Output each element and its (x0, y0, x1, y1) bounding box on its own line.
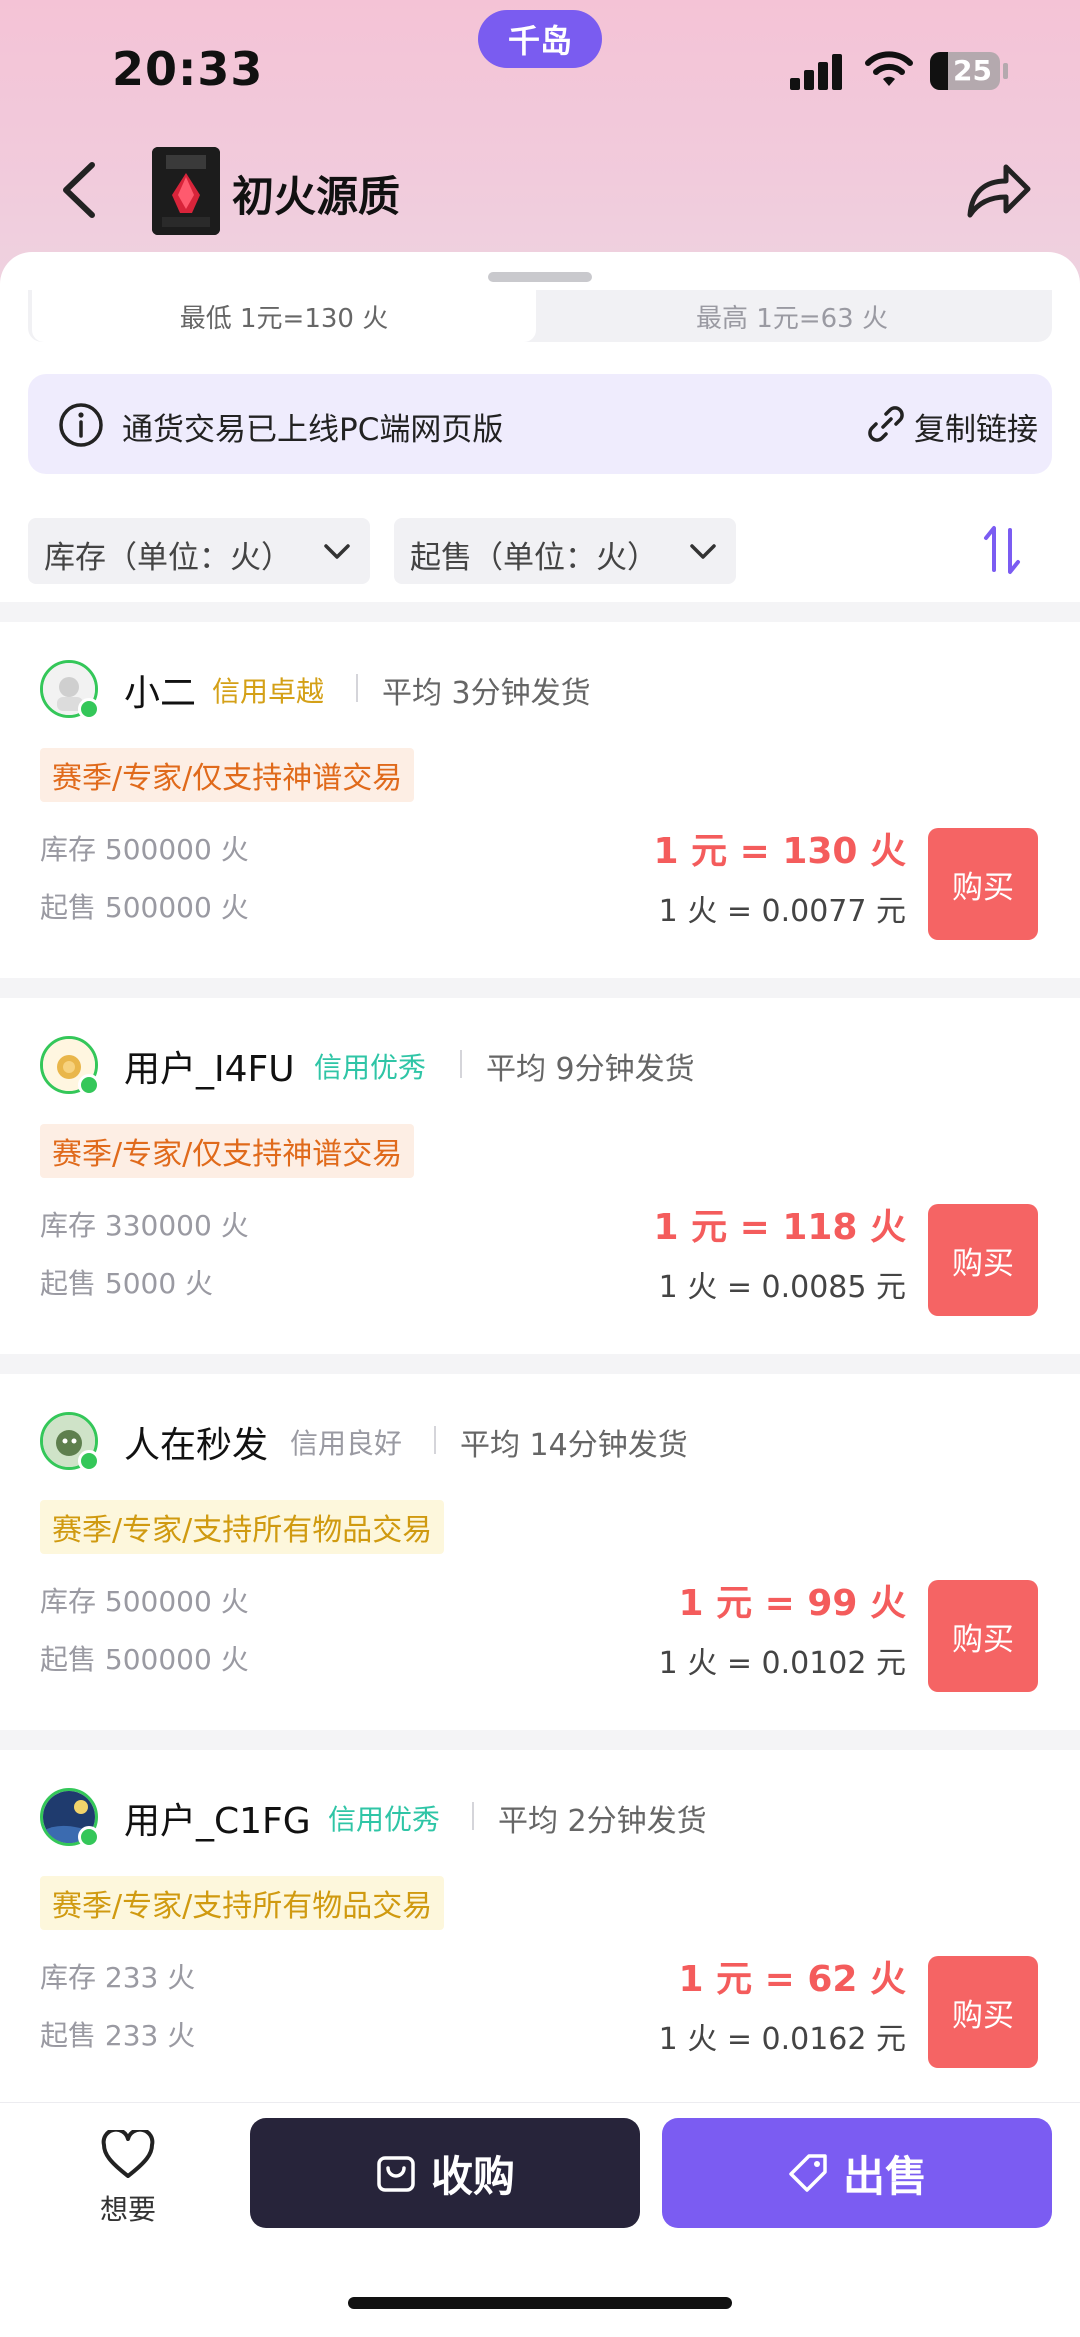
price-tab-bar: 最低 1元=130 火 最高 1元=63 火 (28, 290, 1052, 342)
avg-delivery-time: 平均 3分钟发货 (382, 676, 591, 711)
sheet-grabber[interactable] (488, 272, 592, 282)
copy-link-label: 复制链接 (914, 412, 1038, 448)
sell-button[interactable]: 出售 (662, 2118, 1052, 2228)
online-status-dot (78, 1826, 100, 1848)
avg-delivery-time: 平均 14分钟发货 (460, 1428, 688, 1463)
want-label: 想要 (99, 2193, 156, 2226)
stock-amount: 库存 500000 火 (40, 1585, 249, 1618)
exchange-rate: 1 元 = 130 火 (653, 831, 907, 872)
online-status-dot (78, 1450, 100, 1472)
credit-badge: 信用优秀 (328, 1803, 441, 1836)
seller-name: 人在秒发 (124, 1425, 269, 1466)
section-divider (0, 1730, 1080, 1750)
game-icon (152, 147, 220, 235)
seller-name: 用户_C1FG (124, 1801, 311, 1842)
online-status-dot (78, 698, 100, 720)
trade-tag: 赛季/专家/仅支持神谱交易 (40, 1124, 415, 1178)
stock-amount: 库存 500000 火 (40, 833, 249, 866)
seller-card: 用户_C1FG 信用优秀 平均 2分钟发货 赛季/专家/支持所有物品交易 库存 … (0, 1750, 1080, 2106)
status-time: 20:33 (112, 42, 264, 96)
notice-banner: 通货交易已上线PC端网页版 复制链接 (28, 374, 1052, 474)
seller-name: 小二 (124, 673, 197, 714)
separator (434, 1426, 436, 1454)
want-button[interactable]: 想要 (96, 2127, 160, 2226)
avg-delivery-time: 平均 9分钟发货 (486, 1052, 695, 1087)
separator (356, 674, 358, 702)
avg-delivery-time: 平均 2分钟发货 (498, 1804, 707, 1839)
buy-button[interactable]: 购买 (928, 828, 1038, 940)
chevron-down-icon (324, 544, 350, 559)
unit-price: 1 火 = 0.0085 元 (658, 1270, 906, 1305)
sort-icon[interactable] (980, 524, 1024, 576)
back-button[interactable] (50, 155, 110, 225)
min-sale-amount: 起售 233 火 (40, 2019, 196, 2052)
seller-name: 用户_I4FU (124, 1049, 295, 1090)
buy-button[interactable]: 购买 (928, 1956, 1038, 2068)
stock-filter-dropdown[interactable]: 库存（单位：火） (28, 518, 370, 584)
stock-filter-label: 库存（单位：火） (44, 540, 292, 576)
exchange-rate: 1 元 = 118 火 (653, 1207, 907, 1248)
wifi-icon (865, 51, 913, 86)
min-sale-filter-dropdown[interactable]: 起售（单位：火） (394, 518, 736, 584)
unit-price: 1 火 = 0.0077 元 (658, 894, 906, 929)
dynamic-island: 千岛 (478, 10, 602, 68)
tab-highest[interactable]: 最高 1元=63 火 (536, 290, 1048, 342)
min-sale-filter-label: 起售（单位：火） (410, 540, 658, 576)
online-status-dot (78, 1074, 100, 1096)
min-sale-amount: 起售 500000 火 (40, 1643, 249, 1676)
copy-link-button[interactable]: 复制链接 (866, 404, 1038, 449)
unit-price: 1 火 = 0.0162 元 (658, 2022, 906, 2057)
battery-nub (1003, 63, 1008, 79)
stock-amount: 库存 330000 火 (40, 1209, 249, 1242)
buy-in-button[interactable]: 收购 (250, 2118, 640, 2228)
stock-amount: 库存 233 火 (40, 1961, 196, 1994)
page-title: 初火源质 (232, 172, 401, 221)
notice-text: 通货交易已上线PC端网页版 (122, 412, 504, 448)
trade-tag: 赛季/专家/支持所有物品交易 (40, 1500, 445, 1554)
min-sale-amount: 起售 500000 火 (40, 891, 249, 924)
buy-in-label: 收购 (430, 2151, 515, 2201)
seller-card: 小二 信用卓越 平均 3分钟发货 赛季/专家/仅支持神谱交易 库存 500000… (0, 622, 1080, 978)
tag-icon (789, 2154, 827, 2192)
tab-lowest[interactable]: 最低 1元=130 火 (32, 290, 536, 342)
section-divider (0, 602, 1080, 622)
min-sale-amount: 起售 5000 火 (40, 1267, 214, 1300)
chevron-down-icon (690, 544, 716, 559)
trade-tag: 赛季/专家/支持所有物品交易 (40, 1876, 445, 1930)
section-divider (0, 1354, 1080, 1374)
seller-card: 人在秒发 信用良好 平均 14分钟发货 赛季/专家/支持所有物品交易 库存 50… (0, 1374, 1080, 1730)
home-indicator[interactable] (348, 2297, 732, 2309)
heart-icon (101, 2127, 155, 2178)
separator (472, 1802, 474, 1830)
battery-icon: 25 (930, 52, 1000, 90)
trade-tag: 赛季/专家/仅支持神谱交易 (40, 748, 415, 802)
unit-price: 1 火 = 0.0102 元 (658, 1646, 906, 1681)
exchange-rate: 1 元 = 99 火 (678, 1583, 906, 1624)
bag-icon (377, 2156, 415, 2192)
signal-icon (790, 52, 844, 90)
credit-badge: 信用卓越 (212, 675, 325, 708)
info-icon (59, 403, 103, 447)
buy-button[interactable]: 购买 (928, 1580, 1038, 1692)
share-icon[interactable] (962, 155, 1034, 225)
section-divider (0, 978, 1080, 998)
credit-badge: 信用良好 (290, 1427, 403, 1460)
exchange-rate: 1 元 = 62 火 (678, 1959, 906, 2000)
buy-button[interactable]: 购买 (928, 1204, 1038, 1316)
seller-card: 用户_I4FU 信用优秀 平均 9分钟发货 赛季/专家/仅支持神谱交易 库存 3… (0, 998, 1080, 1354)
credit-badge: 信用优秀 (314, 1051, 427, 1084)
sell-label: 出售 (842, 2151, 927, 2201)
separator (460, 1050, 462, 1078)
